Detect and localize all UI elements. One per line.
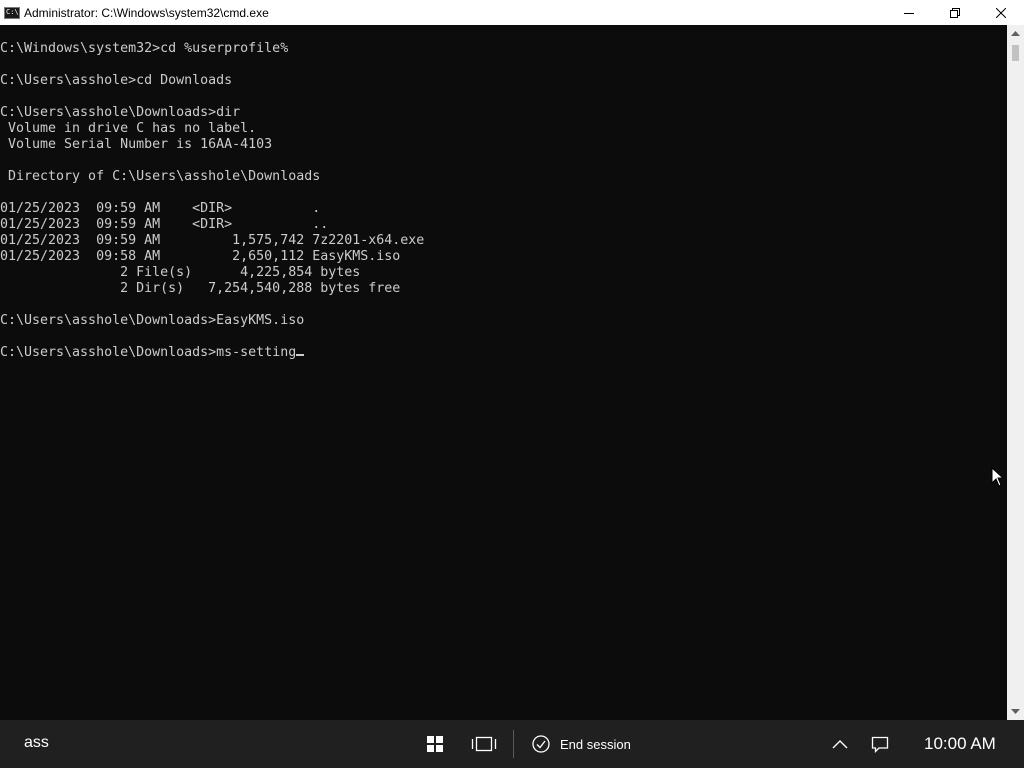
close-icon bbox=[996, 7, 1006, 18]
command-input[interactable]: ms-setting bbox=[216, 345, 296, 360]
end-session-button[interactable]: End session bbox=[532, 720, 631, 768]
cmd-icon-text: C:\ bbox=[6, 8, 19, 16]
window-title: Administrator: C:\Windows\system32\cmd.e… bbox=[24, 5, 269, 20]
chevron-up-icon bbox=[1011, 30, 1020, 36]
check-circle-icon bbox=[532, 735, 550, 753]
chevron-up-icon bbox=[832, 740, 848, 749]
vertical-scrollbar[interactable] bbox=[1007, 25, 1024, 720]
scroll-down-button[interactable] bbox=[1007, 703, 1024, 720]
chevron-down-icon bbox=[1011, 708, 1020, 714]
console-output[interactable]: C:\Windows\system32>cd %userprofile% C:\… bbox=[0, 25, 1007, 720]
scroll-up-button[interactable] bbox=[1007, 25, 1024, 42]
mouse-pointer-icon bbox=[991, 467, 1003, 487]
task-view-button[interactable] bbox=[469, 733, 499, 755]
task-view-icon bbox=[471, 736, 497, 752]
cmd-icon: C:\ bbox=[4, 6, 20, 19]
windows-logo-icon bbox=[427, 736, 443, 752]
command-prompt: C:\Users\asshole\Downloads> bbox=[0, 345, 217, 360]
title-bar[interactable]: C:\ Administrator: C:\Windows\system32\c… bbox=[0, 0, 1024, 25]
close-button[interactable] bbox=[978, 0, 1024, 25]
console-text: C:\Windows\system32>cd %userprofile% C:\… bbox=[0, 41, 424, 361]
taskbar: ass End session 10:00 AM bbox=[0, 720, 1024, 768]
console-line: Volume in drive C has no label. bbox=[0, 121, 257, 136]
session-user-label[interactable]: ass bbox=[24, 734, 49, 752]
show-hidden-icons-button[interactable] bbox=[830, 736, 850, 752]
console-line: C:\Users\asshole>cd Downloads bbox=[0, 73, 233, 88]
console-line: 01/25/2023 09:58 AM 2,650,112 EasyKMS.is… bbox=[0, 249, 401, 264]
text-cursor bbox=[296, 354, 305, 356]
action-center-button[interactable] bbox=[870, 734, 890, 754]
console-line: C:\Users\asshole\Downloads>dir bbox=[0, 105, 241, 120]
taskbar-divider bbox=[513, 730, 514, 758]
end-session-label: End session bbox=[560, 736, 631, 752]
scrollbar-thumb[interactable] bbox=[1012, 45, 1019, 61]
console-line: 01/25/2023 09:59 AM <DIR> .. bbox=[0, 217, 329, 232]
console-line: 2 Dir(s) 7,254,540,288 bytes free bbox=[0, 281, 401, 296]
minimize-button[interactable] bbox=[886, 0, 932, 25]
start-button[interactable] bbox=[424, 734, 446, 754]
minimize-icon bbox=[904, 12, 914, 14]
restore-button[interactable] bbox=[932, 0, 978, 25]
console-line: Directory of C:\Users\asshole\Downloads bbox=[0, 169, 321, 184]
console-line: 01/25/2023 09:59 AM <DIR> . bbox=[0, 201, 321, 216]
console-line: 01/25/2023 09:59 AM 1,575,742 7z2201-x64… bbox=[0, 233, 425, 248]
console-line: Volume Serial Number is 16AA-4103 bbox=[0, 137, 273, 152]
console-line: C:\Windows\system32>cd %userprofile% bbox=[0, 41, 289, 56]
notification-icon bbox=[871, 736, 889, 753]
restore-icon bbox=[950, 7, 960, 18]
console-line: C:\Users\asshole\Downloads>EasyKMS.iso bbox=[0, 313, 305, 328]
console-line: 2 File(s) 4,225,854 bytes bbox=[0, 265, 361, 280]
taskbar-clock[interactable]: 10:00 AM bbox=[924, 734, 996, 754]
window-controls bbox=[886, 0, 1024, 25]
